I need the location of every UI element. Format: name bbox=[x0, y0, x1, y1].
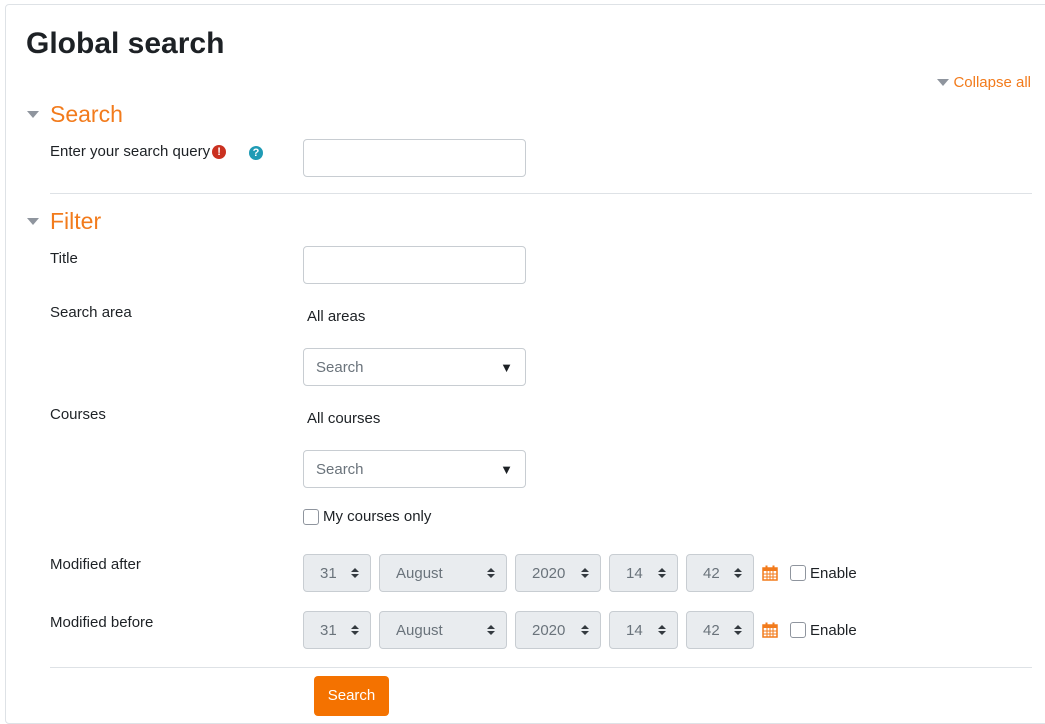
modified-before-date-selector: 31 August 2020 14 42 Enable bbox=[303, 611, 857, 649]
modified-after-hour-select[interactable]: 14 bbox=[609, 554, 678, 592]
calendar-icon[interactable] bbox=[762, 622, 778, 638]
day-value: 31 bbox=[320, 621, 337, 639]
section-toggle-filter[interactable]: Filter bbox=[27, 208, 101, 235]
dropdown-arrow-icon[interactable]: ▼ bbox=[500, 360, 513, 375]
collapse-all-link[interactable]: Collapse all bbox=[937, 74, 1031, 91]
modified-after-date-selector: 31 August 2020 14 42 Enable bbox=[303, 554, 857, 592]
modified-before-hour-select[interactable]: 14 bbox=[609, 611, 678, 649]
sort-icon bbox=[487, 625, 495, 635]
my-courses-only-checkbox[interactable]: My courses only bbox=[303, 508, 431, 525]
form-divider bbox=[50, 667, 1032, 668]
modified-after-enable-checkbox[interactable]: Enable bbox=[790, 565, 857, 582]
sort-icon bbox=[351, 568, 359, 578]
sort-icon bbox=[487, 568, 495, 578]
checkbox-box[interactable] bbox=[790, 565, 806, 581]
collapse-all-label: Collapse all bbox=[953, 74, 1031, 91]
courses-placeholder: Search bbox=[316, 460, 364, 478]
help-icon[interactable]: ? bbox=[249, 146, 263, 160]
modified-after-year-select[interactable]: 2020 bbox=[515, 554, 601, 592]
search-query-label: Enter your search query! bbox=[50, 143, 227, 160]
courses-autocomplete[interactable]: Search ▼ bbox=[303, 450, 526, 488]
sort-icon bbox=[351, 625, 359, 635]
modified-after-minute-select[interactable]: 42 bbox=[686, 554, 754, 592]
modified-before-month-select[interactable]: August bbox=[379, 611, 507, 649]
courses-label: Courses bbox=[50, 406, 106, 423]
sort-icon bbox=[658, 568, 666, 578]
checkbox-box[interactable] bbox=[303, 508, 319, 525]
sort-icon bbox=[658, 625, 666, 635]
month-value: August bbox=[396, 564, 443, 582]
modified-before-minute-select[interactable]: 42 bbox=[686, 611, 754, 649]
caret-down-icon bbox=[937, 79, 950, 86]
search-area-selection: All areas bbox=[307, 308, 366, 325]
search-area-autocomplete[interactable]: Search ▼ bbox=[303, 348, 526, 386]
checkbox-box[interactable] bbox=[790, 622, 806, 638]
section-title-search: Search bbox=[50, 101, 123, 127]
modified-after-label: Modified after bbox=[50, 556, 141, 573]
sort-icon bbox=[581, 568, 589, 578]
search-area-placeholder: Search bbox=[316, 358, 364, 376]
title-label: Title bbox=[50, 250, 78, 267]
dropdown-arrow-icon[interactable]: ▼ bbox=[500, 462, 513, 477]
caret-down-icon bbox=[27, 111, 39, 118]
section-title-filter: Filter bbox=[50, 208, 102, 234]
modified-before-day-select[interactable]: 31 bbox=[303, 611, 371, 649]
search-query-input[interactable] bbox=[303, 139, 526, 177]
sort-icon bbox=[581, 625, 589, 635]
search-submit-button[interactable]: Search bbox=[314, 676, 389, 716]
year-value: 2020 bbox=[532, 621, 566, 639]
minute-value: 42 bbox=[703, 621, 720, 639]
modified-before-enable-checkbox[interactable]: Enable bbox=[790, 622, 857, 639]
title-input[interactable] bbox=[303, 246, 526, 284]
enable-label: Enable bbox=[810, 564, 857, 582]
modified-before-label: Modified before bbox=[50, 614, 154, 631]
sort-icon bbox=[734, 568, 742, 578]
hour-value: 14 bbox=[626, 621, 643, 639]
year-value: 2020 bbox=[532, 564, 566, 582]
page-title: Global search bbox=[26, 27, 225, 60]
section-divider bbox=[50, 193, 1032, 194]
enable-label: Enable bbox=[810, 621, 857, 639]
required-icon: ! bbox=[212, 145, 227, 159]
search-area-label: Search area bbox=[50, 304, 132, 321]
modified-after-month-select[interactable]: August bbox=[379, 554, 507, 592]
sort-icon bbox=[734, 625, 742, 635]
search-query-label-text: Enter your search query bbox=[50, 143, 211, 160]
hour-value: 14 bbox=[626, 564, 643, 582]
courses-selection: All courses bbox=[307, 410, 381, 427]
section-toggle-search[interactable]: Search bbox=[27, 101, 123, 128]
caret-down-icon bbox=[27, 218, 39, 225]
calendar-icon[interactable] bbox=[762, 565, 778, 581]
modified-after-day-select[interactable]: 31 bbox=[303, 554, 371, 592]
minute-value: 42 bbox=[703, 564, 720, 582]
day-value: 31 bbox=[320, 564, 337, 582]
modified-before-year-select[interactable]: 2020 bbox=[515, 611, 601, 649]
my-courses-only-label: My courses only bbox=[323, 508, 432, 525]
month-value: August bbox=[396, 621, 443, 639]
